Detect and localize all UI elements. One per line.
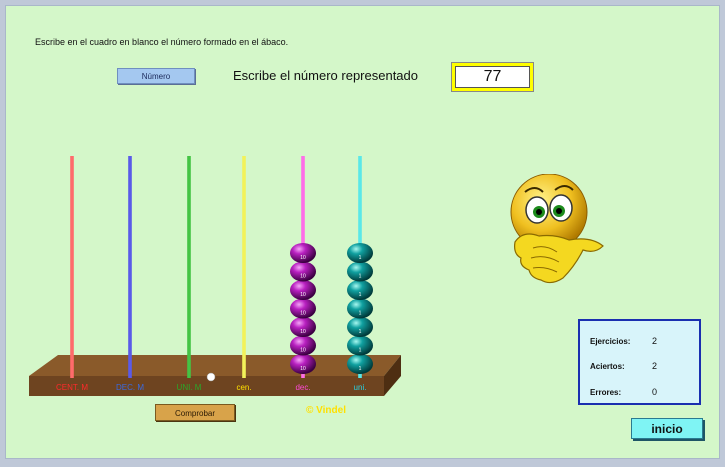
- bead-uni[interactable]: 1: [347, 354, 373, 374]
- rod-cent-m: [70, 156, 74, 378]
- errores-value: 0: [652, 387, 658, 397]
- bead-label: 10: [300, 311, 306, 317]
- bead-label: 1: [359, 329, 362, 335]
- bead-uni[interactable]: 1: [347, 280, 373, 300]
- smiley-hands: [514, 233, 604, 284]
- bead-dec[interactable]: 10: [290, 261, 316, 282]
- bead-uni[interactable]: 1: [347, 298, 373, 319]
- rod-label-cen: cen.: [236, 383, 251, 392]
- bead-uni[interactable]: 1: [347, 335, 373, 356]
- stats-panel: Ejercicios: 2 Aciertos: 2 Errores: 0: [578, 319, 701, 405]
- rod-label-uni-m: UNI. M: [177, 383, 202, 392]
- bead-uni[interactable]: 1: [347, 317, 373, 337]
- bead-dec[interactable]: 10: [290, 298, 316, 319]
- aciertos-value: 2: [652, 361, 658, 371]
- abacus-base-top: [29, 355, 401, 376]
- credit-text: © Vindel: [306, 405, 346, 416]
- rod-label-uni: uni.: [354, 383, 367, 392]
- bead-label: 10: [300, 255, 306, 261]
- bead-label: 10: [300, 329, 306, 335]
- rod-uni-m: [187, 156, 191, 378]
- bead-uni[interactable]: 1: [347, 261, 373, 282]
- bead-label: 1: [359, 255, 362, 261]
- bead-label: 1: [359, 274, 362, 280]
- bead-dec[interactable]: 10: [290, 280, 316, 300]
- rod-label-dec: dec.: [295, 383, 310, 392]
- aciertos-label: Aciertos:: [590, 362, 625, 371]
- bead-dec[interactable]: 10: [290, 335, 316, 356]
- rod-dec-m: [128, 156, 132, 378]
- bead-label: 1: [359, 366, 362, 372]
- inicio-button[interactable]: inicio: [631, 418, 703, 439]
- bead-label: 1: [359, 311, 362, 317]
- rod-cen: [242, 156, 246, 378]
- ejercicios-label: Ejercicios:: [590, 337, 631, 346]
- comprobar-button[interactable]: Comprobar: [155, 404, 235, 421]
- bead-label: 10: [300, 292, 306, 298]
- bead-label: 10: [300, 274, 306, 280]
- abacus-indicator-dot: [206, 372, 216, 382]
- bead-label: 1: [359, 348, 362, 354]
- bead-label: 1: [359, 292, 362, 298]
- rod-label-dec-m: DEC. M: [116, 383, 144, 392]
- bead-dec[interactable]: 10: [290, 317, 316, 337]
- rod-label-cent-m: CENT. M: [56, 383, 88, 392]
- bead-label: 10: [300, 366, 306, 372]
- ejercicios-value: 2: [652, 336, 658, 346]
- errores-label: Errores:: [590, 388, 622, 397]
- bead-uni[interactable]: 1: [347, 243, 373, 263]
- smiley-mascot: [510, 174, 604, 284]
- bead-dec[interactable]: 10: [290, 243, 316, 263]
- bead-dec[interactable]: 10: [290, 354, 316, 374]
- app-stage: Escribe en el cuadro en blanco el número…: [5, 5, 720, 459]
- bead-label: 10: [300, 348, 306, 354]
